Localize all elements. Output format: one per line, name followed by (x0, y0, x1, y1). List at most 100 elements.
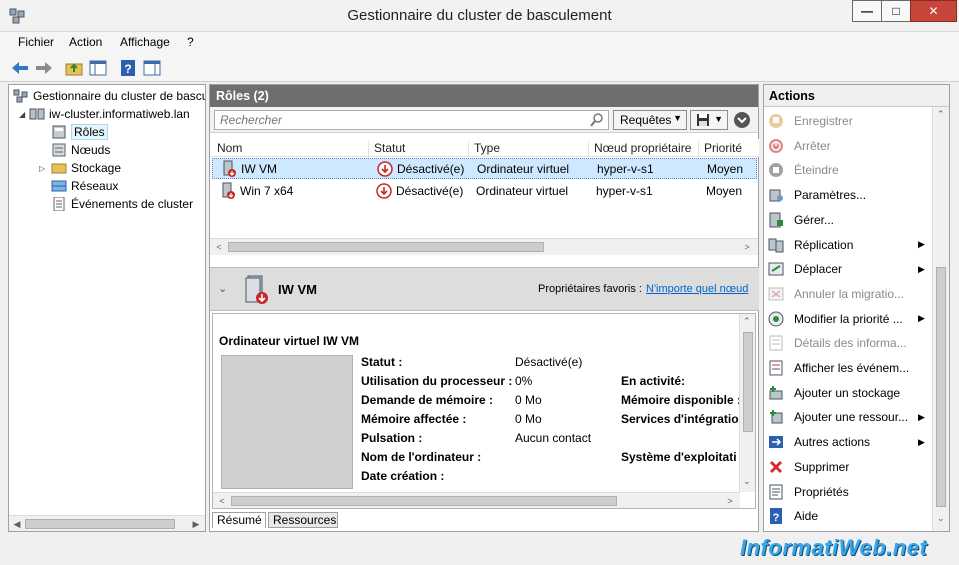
tree-root[interactable]: Gestionnaire du cluster de basculement (13, 87, 205, 105)
action-item[interactable]: Propriétés (768, 482, 930, 502)
help-icon: ? (770, 508, 782, 525)
folder-up-icon[interactable] (64, 58, 84, 78)
action-item[interactable]: Supprimer (768, 457, 930, 477)
kv-value: 0% (515, 374, 533, 388)
scroll-up-arrow-icon[interactable]: ⌃ (743, 316, 751, 327)
kv-label: Date création : (361, 469, 445, 483)
action-pane-icon[interactable] (142, 58, 162, 78)
minimize-button[interactable]: — (852, 0, 882, 22)
collapse-triangle-icon[interactable]: ◢ (19, 110, 29, 119)
collapse-chevron-icon[interactable]: ⌄ (218, 282, 227, 295)
action-item[interactable]: Ajouter une ressour... ▶ (768, 407, 930, 427)
column-owner-node[interactable]: Nœud propriétaire (588, 141, 691, 156)
scroll-down-arrow-icon[interactable]: ⌄ (937, 513, 945, 524)
help-icon[interactable]: ? (118, 58, 138, 78)
submenu-arrow-icon: ▶ (918, 239, 925, 249)
roles-horizontal-scrollbar[interactable]: < > (210, 238, 758, 255)
networks-icon (51, 180, 67, 192)
nodes-icon (52, 143, 66, 157)
action-item[interactable]: Réplication ▶ (768, 235, 930, 255)
detail-horizontal-scrollbar[interactable]: < > (213, 492, 740, 508)
console-tree-icon[interactable] (88, 58, 108, 78)
scroll-thumb[interactable] (228, 242, 544, 252)
action-item[interactable]: Éteindre (768, 160, 930, 180)
scroll-thumb[interactable] (231, 496, 617, 506)
storage-icon (51, 163, 67, 174)
tab-summary[interactable]: Résumé (212, 512, 266, 528)
action-item[interactable]: Annuler la migratio... (768, 284, 930, 304)
virtual-machine-icon (222, 182, 235, 199)
scroll-left-arrow-icon[interactable]: ◀ (10, 517, 24, 531)
scroll-thumb[interactable] (936, 267, 946, 507)
action-item[interactable]: Arrêter (768, 136, 930, 156)
preferred-owners-link[interactable]: N'importe quel nœud (646, 283, 748, 295)
action-item[interactable]: ? Aide (768, 506, 930, 526)
action-item[interactable]: Enregistrer (768, 111, 930, 131)
action-item[interactable]: Gérer... (768, 210, 930, 230)
action-item[interactable]: Modifier la priorité ... ▶ (768, 309, 930, 329)
detail-vertical-scrollbar[interactable]: ⌃ ⌄ (739, 314, 755, 492)
queries-button[interactable]: Requêtes ▼ (613, 110, 687, 130)
back-icon[interactable] (10, 58, 30, 78)
menu-bar: Fichier Action Affichage ? (0, 32, 959, 54)
close-button[interactable]: ✕ (910, 0, 957, 22)
tree-item-storage[interactable]: ▷ Stockage (39, 159, 121, 177)
menu-action[interactable]: Action (69, 35, 102, 49)
tree-horizontal-scrollbar[interactable]: ◀ ▶ (9, 515, 205, 531)
menu-file[interactable]: Fichier (18, 35, 54, 49)
virtual-machine-icon (245, 275, 268, 304)
action-item[interactable]: Paramètres... (768, 185, 930, 205)
preferred-owners-label: Propriétaires favoris : (538, 283, 642, 295)
scroll-thumb[interactable] (25, 519, 175, 529)
tree-item-networks[interactable]: Réseaux (51, 177, 118, 195)
tree-cluster[interactable]: ◢ iw-cluster.informatiweb.lan (19, 105, 205, 123)
search-toolbar: Requêtes ▼ ▼ (210, 107, 758, 133)
column-name[interactable]: Nom (212, 141, 242, 156)
scroll-up-arrow-icon[interactable]: ⌃ (937, 109, 945, 120)
actions-vertical-scrollbar[interactable]: ⌃ ⌄ (932, 107, 949, 531)
scroll-right-arrow-icon[interactable]: > (723, 494, 737, 508)
action-item-label: Enregistrer (794, 114, 853, 128)
kv-label: Mémoire affectée : (361, 412, 467, 426)
scroll-thumb[interactable] (743, 332, 753, 432)
save-query-button[interactable]: ▼ (690, 110, 728, 130)
scroll-left-arrow-icon[interactable]: < (215, 494, 229, 508)
tree-item-events[interactable]: Événements de cluster (51, 195, 193, 213)
table-row[interactable]: IW VM Désactivé(e) Ordinateur virtuel hy… (212, 158, 757, 179)
scroll-right-arrow-icon[interactable]: > (740, 240, 754, 254)
tab-resources[interactable]: Ressources (268, 512, 338, 528)
action-item-label: Paramètres... (794, 188, 867, 203)
queries-label: Requêtes (620, 113, 672, 127)
tree-item-nodes[interactable]: Nœuds (51, 141, 110, 159)
collapse-search-button[interactable] (734, 112, 750, 128)
column-status[interactable]: Statut (368, 141, 405, 156)
roles-pane: Rôles (2) Requêtes ▼ ▼ Nom Statut Type N… (209, 84, 759, 532)
add-storage-icon (769, 385, 783, 400)
scroll-right-arrow-icon[interactable]: ▶ (189, 517, 203, 531)
svg-text:?: ? (124, 62, 131, 76)
tree-item-roles-label: Rôles (71, 124, 108, 140)
tree-item-roles[interactable]: Rôles (51, 123, 108, 141)
scroll-left-arrow-icon[interactable]: < (212, 240, 226, 254)
search-input[interactable] (214, 110, 609, 130)
scroll-down-arrow-icon[interactable]: ⌄ (743, 476, 751, 487)
tree-item-networks-label: Réseaux (71, 179, 119, 193)
action-item[interactable]: Ajouter un stockage (768, 383, 930, 403)
expand-triangle-icon[interactable]: ▷ (39, 164, 51, 173)
column-type[interactable]: Type (468, 141, 500, 156)
cell-type: Ordinateur virtuel (477, 162, 570, 176)
search-icon[interactable] (590, 113, 604, 127)
action-item[interactable]: Détails des informa... (768, 333, 930, 353)
action-item[interactable]: Autres actions ▶ (768, 432, 930, 452)
table-row[interactable]: Win 7 x64 Désactivé(e) Ordinateur virtue… (212, 181, 757, 202)
kv-label: Mémoire disponible : (621, 393, 742, 407)
events-icon (769, 360, 783, 376)
forward-icon[interactable] (34, 58, 54, 78)
maximize-button[interactable]: □ (881, 0, 911, 22)
menu-view[interactable]: Affichage (120, 35, 170, 49)
action-item[interactable]: Afficher les événem... (768, 358, 930, 378)
action-item[interactable]: Déplacer ▶ (768, 259, 930, 279)
menu-help[interactable]: ? (187, 35, 194, 49)
column-priority[interactable]: Priorité (698, 141, 742, 156)
action-item-label: Gérer... (794, 212, 835, 227)
